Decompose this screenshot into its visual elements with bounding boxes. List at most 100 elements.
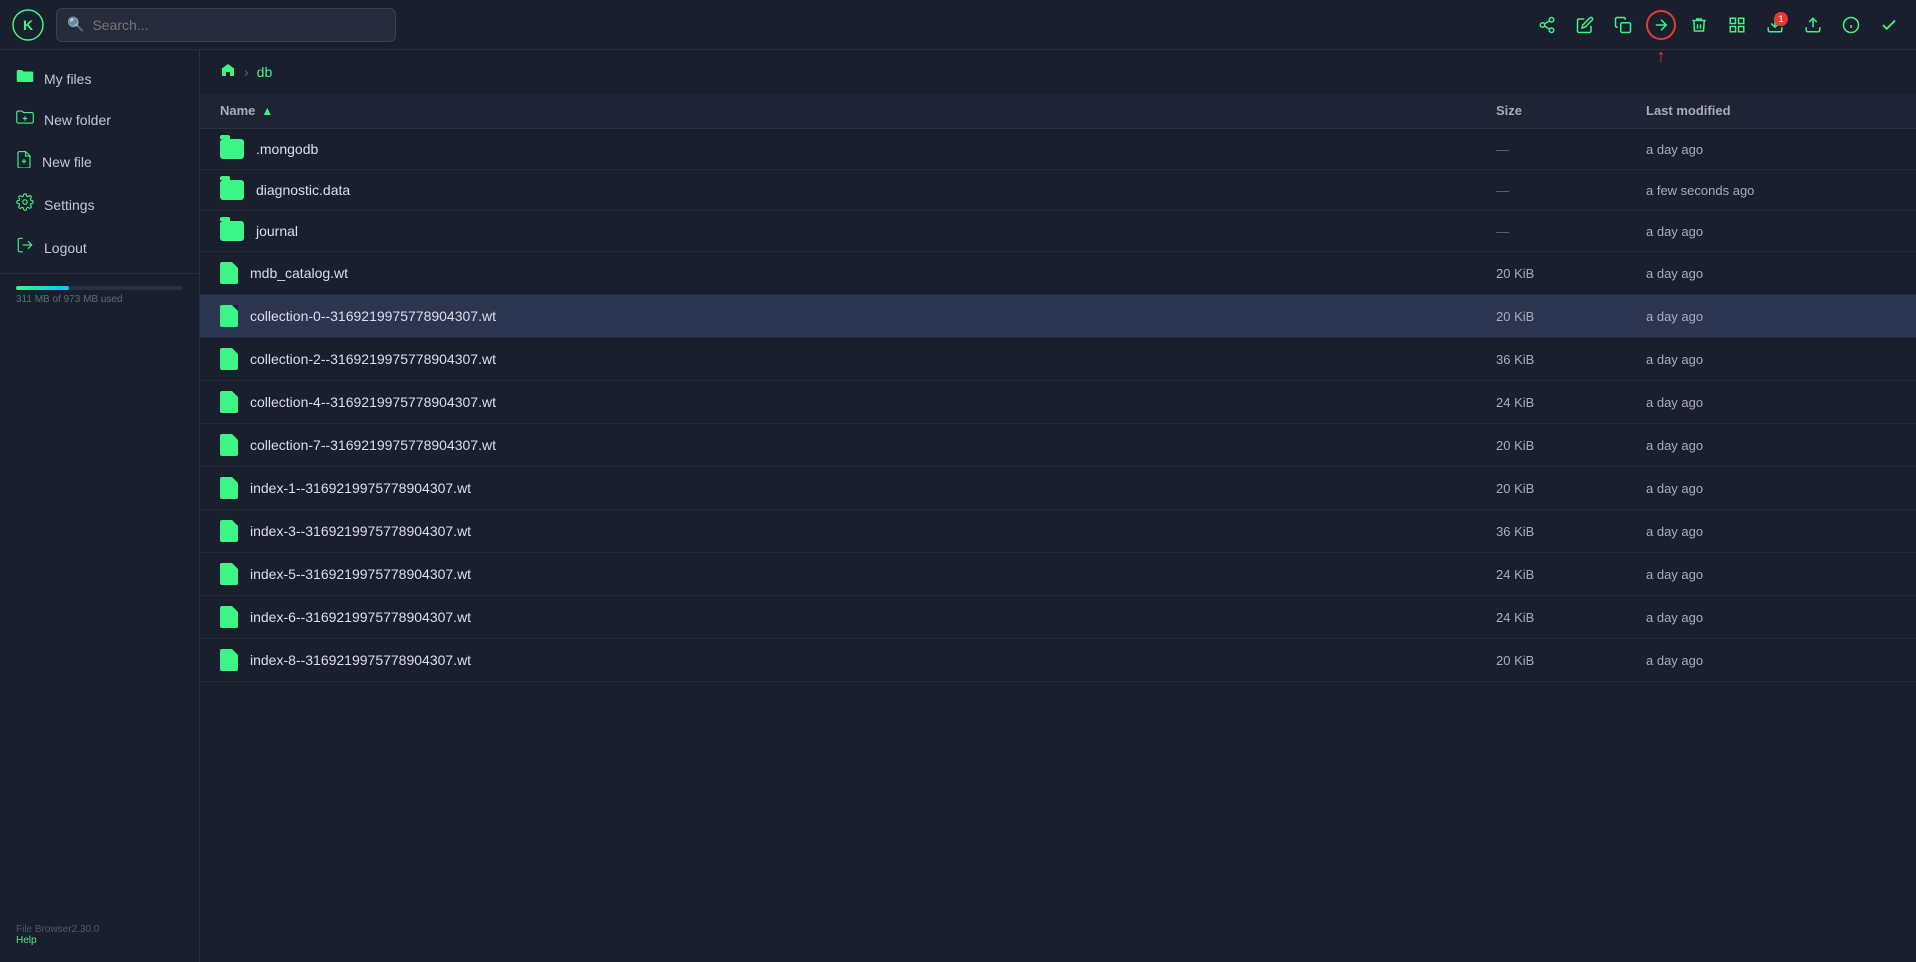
- file-name: index-6--3169219975778904307.wt: [250, 609, 471, 625]
- table-row[interactable]: collection-2--3169219975778904307.wt 36 …: [200, 338, 1916, 381]
- file-name: collection-0--3169219975778904307.wt: [250, 308, 496, 324]
- download-badge: 1: [1774, 12, 1788, 26]
- folder-icon: [220, 180, 244, 200]
- table-row[interactable]: .mongodb — a day ago: [200, 129, 1916, 170]
- share-icon[interactable]: [1532, 10, 1562, 40]
- col-last-modified[interactable]: Last modified: [1646, 103, 1896, 118]
- file-modified: a day ago: [1646, 395, 1896, 410]
- folder-icon: [220, 221, 244, 241]
- file-name-cell: index-6--3169219975778904307.wt: [220, 606, 1496, 628]
- file-size: 36 KiB: [1496, 524, 1646, 539]
- file-name-cell: index-8--3169219975778904307.wt: [220, 649, 1496, 671]
- file-table: Name ▲ Size Last modified .mongodb — a d…: [200, 93, 1916, 962]
- search-input[interactable]: [92, 17, 385, 33]
- main-layout: My files New folder New file: [0, 50, 1916, 962]
- move-icon[interactable]: ↑: [1646, 10, 1676, 40]
- sidebar-item-logout[interactable]: Logout: [0, 226, 199, 269]
- folder-icon: [220, 139, 244, 159]
- delete-icon[interactable]: [1684, 10, 1714, 40]
- sidebar-item-label: Logout: [44, 240, 87, 256]
- table-row[interactable]: index-3--3169219975778904307.wt 36 KiB a…: [200, 510, 1916, 553]
- file-modified: a day ago: [1646, 524, 1896, 539]
- sort-icon: ▲: [261, 104, 273, 118]
- breadcrumb-separator: ›: [244, 64, 249, 80]
- file-name: index-5--3169219975778904307.wt: [250, 566, 471, 582]
- file-name-cell: index-3--3169219975778904307.wt: [220, 520, 1496, 542]
- file-icon: [220, 649, 238, 671]
- sidebar-item-my-files[interactable]: My files: [0, 58, 199, 99]
- version-label: File Browser2.30.0: [16, 924, 183, 935]
- edit-icon[interactable]: [1570, 10, 1600, 40]
- topbar-actions: ↑ 1: [1532, 10, 1904, 40]
- file-icon: [220, 477, 238, 499]
- table-row[interactable]: collection-7--3169219975778904307.wt 20 …: [200, 424, 1916, 467]
- file-name: index-8--3169219975778904307.wt: [250, 652, 471, 668]
- file-modified: a day ago: [1646, 567, 1896, 582]
- download-icon[interactable]: 1: [1760, 10, 1790, 40]
- table-header: Name ▲ Size Last modified: [200, 93, 1916, 129]
- table-row[interactable]: mdb_catalog.wt 20 KiB a day ago: [200, 252, 1916, 295]
- table-row[interactable]: index-1--3169219975778904307.wt 20 KiB a…: [200, 467, 1916, 510]
- file-icon: [220, 563, 238, 585]
- table-row[interactable]: journal — a day ago: [200, 211, 1916, 252]
- table-row[interactable]: collection-4--3169219975778904307.wt 24 …: [200, 381, 1916, 424]
- help-link[interactable]: Help: [16, 935, 37, 946]
- topbar: K 🔍: [0, 0, 1916, 50]
- table-row[interactable]: index-8--3169219975778904307.wt 20 KiB a…: [200, 639, 1916, 682]
- file-name: collection-7--3169219975778904307.wt: [250, 437, 496, 453]
- file-modified: a day ago: [1646, 610, 1896, 625]
- storage-bar-fill: [16, 286, 69, 290]
- sidebar-item-new-folder[interactable]: New folder: [0, 99, 199, 140]
- col-name[interactable]: Name ▲: [220, 103, 1496, 118]
- file-name: mdb_catalog.wt: [250, 265, 348, 281]
- file-modified: a day ago: [1646, 142, 1896, 157]
- storage-info: 311 MB of 973 MB used: [0, 278, 199, 313]
- sidebar: My files New folder New file: [0, 50, 200, 962]
- table-row[interactable]: index-5--3169219975778904307.wt 24 KiB a…: [200, 553, 1916, 596]
- sidebar-item-label: Settings: [44, 197, 95, 213]
- file-modified: a few seconds ago: [1646, 183, 1896, 198]
- new-folder-icon: [16, 109, 34, 130]
- sidebar-item-label: New folder: [44, 112, 111, 128]
- storage-text: 311 MB of 973 MB used: [16, 294, 183, 305]
- file-name-cell: index-1--3169219975778904307.wt: [220, 477, 1496, 499]
- col-name-label: Name: [220, 103, 255, 118]
- file-size: —: [1496, 224, 1646, 239]
- new-file-icon: [16, 150, 32, 173]
- file-name: journal: [256, 223, 298, 239]
- check-icon[interactable]: [1874, 10, 1904, 40]
- upload-icon[interactable]: [1798, 10, 1828, 40]
- table-row[interactable]: collection-0--3169219975778904307.wt 20 …: [200, 295, 1916, 338]
- app-logo[interactable]: K: [12, 9, 44, 41]
- home-icon[interactable]: [220, 62, 236, 81]
- file-name-cell: collection-0--3169219975778904307.wt: [220, 305, 1496, 327]
- file-rows: .mongodb — a day ago diagnostic.data — a…: [200, 129, 1916, 682]
- search-bar[interactable]: 🔍: [56, 8, 396, 42]
- file-size: 24 KiB: [1496, 395, 1646, 410]
- file-name-cell: collection-2--3169219975778904307.wt: [220, 348, 1496, 370]
- file-size: 24 KiB: [1496, 610, 1646, 625]
- file-name-cell: collection-4--3169219975778904307.wt: [220, 391, 1496, 413]
- logout-icon: [16, 236, 34, 259]
- folder-icon: [16, 68, 34, 89]
- file-modified: a day ago: [1646, 481, 1896, 496]
- sidebar-item-settings[interactable]: Settings: [0, 183, 199, 226]
- col-size[interactable]: Size: [1496, 103, 1646, 118]
- search-icon: 🔍: [67, 16, 84, 33]
- copy-icon[interactable]: [1608, 10, 1638, 40]
- sidebar-divider: [0, 273, 199, 274]
- settings-icon: [16, 193, 34, 216]
- table-row[interactable]: diagnostic.data — a few seconds ago: [200, 170, 1916, 211]
- file-icon: [220, 305, 238, 327]
- file-icon: [220, 520, 238, 542]
- file-name: diagnostic.data: [256, 182, 350, 198]
- info-icon[interactable]: [1836, 10, 1866, 40]
- file-size: 20 KiB: [1496, 653, 1646, 668]
- file-modified: a day ago: [1646, 653, 1896, 668]
- sidebar-item-new-file[interactable]: New file: [0, 140, 199, 183]
- table-row[interactable]: index-6--3169219975778904307.wt 24 KiB a…: [200, 596, 1916, 639]
- grid-icon[interactable]: [1722, 10, 1752, 40]
- file-icon: [220, 348, 238, 370]
- file-modified: a day ago: [1646, 352, 1896, 367]
- file-name: .mongodb: [256, 141, 318, 157]
